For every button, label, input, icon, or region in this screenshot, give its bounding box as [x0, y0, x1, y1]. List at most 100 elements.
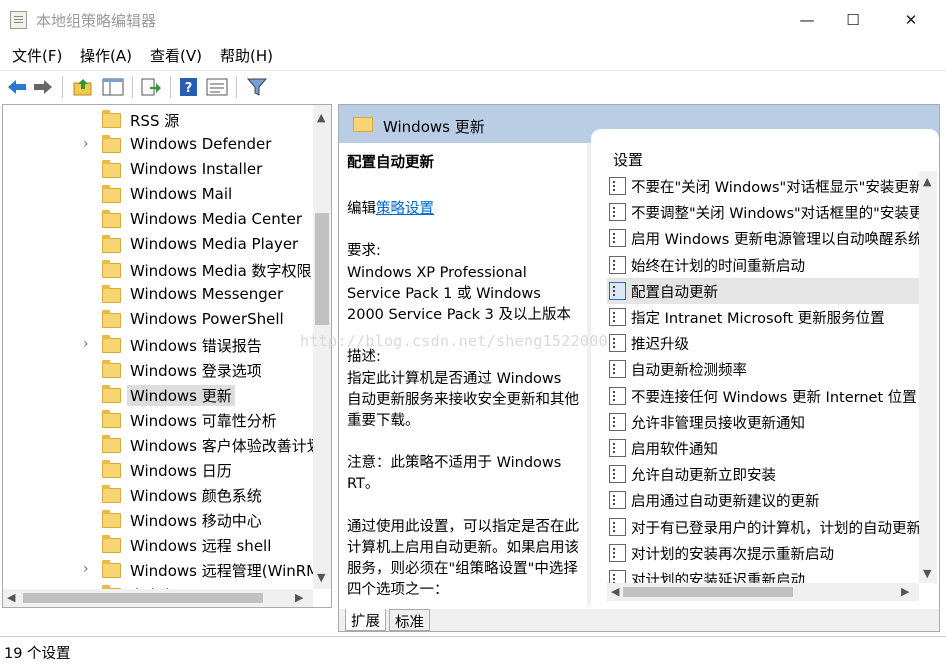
setting-row[interactable]: 指定 Intranet Microsoft 更新服务位置 [607, 304, 919, 330]
tree-hscroll-thumb[interactable] [23, 593, 263, 603]
scroll-down-icon[interactable]: ▼ [317, 571, 325, 584]
tree-item[interactable]: Windows 可靠性分析 [3, 408, 313, 433]
folder-icon [102, 285, 121, 303]
folder-icon [102, 135, 121, 153]
right-pane: Windows 更新 配置自动更新 编辑策略设置 要求: Windows XP … [338, 104, 940, 632]
tree-item[interactable]: Windows Media Center [3, 208, 313, 233]
menu-action[interactable]: 操作(A) [80, 45, 132, 66]
status-bar: 19 个设置 [0, 636, 946, 664]
menu-help[interactable]: 帮助(H) [220, 45, 273, 66]
scroll-up-icon[interactable]: ▲ [923, 175, 931, 188]
chevron-right-icon[interactable]: › [83, 136, 89, 152]
status-text: 19 个设置 [4, 646, 71, 662]
setting-row[interactable]: 允许非管理员接收更新通知 [607, 409, 919, 435]
properties-icon[interactable] [206, 77, 228, 97]
scroll-up-icon[interactable]: ▲ [317, 111, 325, 124]
setting-row[interactable]: 不要连接任何 Windows 更新 Internet 位置 [607, 383, 919, 409]
title-bar[interactable]: 本地组策略编辑器 — ☐ ✕ [0, 0, 946, 40]
help-icon[interactable]: ? [178, 77, 200, 97]
setting-row[interactable]: 对计划的安装再次提示重新启动 [607, 540, 919, 566]
setting-label: 不要调整"关闭 Windows"对话框里的"安装更新并关机" [631, 206, 919, 223]
scroll-left-icon[interactable]: ◀ [7, 591, 15, 604]
menu-view[interactable]: 查看(V) [150, 45, 202, 66]
setting-row[interactable]: 启用软件通知 [607, 435, 919, 461]
tree-item-label: Windows Defender [130, 135, 272, 153]
settings-vertical-scrollbar[interactable]: ▲ ▼ [919, 171, 937, 583]
tree-item-label: Windows 错误报告 [130, 337, 262, 355]
filter-icon[interactable] [246, 77, 268, 97]
back-icon[interactable] [6, 77, 28, 97]
setting-label: 对于有已登录用户的计算机，计划的自动更新 [631, 520, 919, 537]
tree-item-label: Windows Mail [130, 185, 233, 203]
folder-icon [102, 335, 121, 353]
tree-item[interactable]: › Windows 错误报告 [3, 333, 313, 358]
forward-icon[interactable] [32, 77, 54, 97]
setting-label: 推迟升级 [631, 337, 689, 354]
policy-setting-icon [609, 491, 626, 510]
folder-icon [102, 560, 121, 578]
tree-item[interactable]: Windows PowerShell [3, 308, 313, 333]
tree-item[interactable]: Windows Installer [3, 158, 313, 183]
setting-row[interactable]: 允许自动更新立即安装 [607, 461, 919, 487]
setting-row[interactable]: 配置自动更新 [607, 277, 919, 304]
tree-item-label: Windows 移动中心 [130, 512, 262, 530]
tree-item[interactable]: Windows 移动中心 [3, 508, 313, 533]
tree-item-label: Windows 远程 shell [130, 537, 272, 555]
tab-extended[interactable]: 扩展 [345, 609, 386, 631]
tree-item[interactable]: Windows Media Player [3, 233, 313, 258]
view-tabs: 扩展 标准 [339, 609, 939, 631]
tree-item[interactable]: Windows 客户体验改善计划 [3, 433, 313, 458]
tree-item-label: Windows Media Player [130, 235, 299, 253]
tree-item-label: Windows Media 数字权限 [130, 262, 312, 280]
setting-label: 启用软件通知 [631, 442, 718, 458]
toolbar-separator [170, 76, 171, 98]
tree-item[interactable]: Windows 登录选项 [3, 358, 313, 383]
tree-item[interactable]: Windows 日历 [3, 458, 313, 483]
tree-item[interactable]: RSS 源 [3, 108, 313, 133]
up-folder-icon[interactable] [72, 77, 94, 97]
setting-row[interactable]: 始终在计划的时间重新启动 [607, 252, 919, 278]
folder-icon [102, 485, 121, 503]
tree-item[interactable]: Windows 更新 [3, 383, 313, 408]
tree-item[interactable]: Windows 远程 shell [3, 533, 313, 558]
policy-settings-link[interactable]: 策略设置 [376, 201, 434, 217]
scroll-down-icon[interactable]: ▼ [923, 567, 931, 580]
toolbar-separator [236, 76, 237, 98]
tree-item[interactable]: › Windows Defender [3, 133, 313, 158]
tree-scroll-thumb[interactable] [315, 213, 329, 325]
watermark: http://blog.csdn.net/sheng1522000 [300, 332, 608, 350]
close-button[interactable]: ✕ [888, 0, 934, 40]
chevron-right-icon[interactable]: › [83, 561, 89, 577]
minimize-button[interactable]: — [784, 0, 830, 40]
maximize-button[interactable]: ☐ [830, 0, 876, 40]
setting-row[interactable]: 自动更新检测频率 [607, 356, 919, 382]
folder-icon [102, 385, 121, 403]
scroll-right-icon[interactable]: ▶ [295, 591, 303, 604]
folder-icon [102, 460, 121, 478]
tree-item[interactable]: Windows Media 数字权限 [3, 258, 313, 283]
tree-item[interactable]: Windows Mail [3, 183, 313, 208]
setting-row[interactable]: 推迟升级 [607, 330, 919, 356]
policy-setting-icon [609, 439, 626, 457]
policy-setting-icon [609, 334, 626, 353]
settings-hscroll-thumb[interactable] [623, 587, 793, 597]
scroll-left-icon[interactable]: ◀ [611, 585, 619, 598]
chevron-right-icon[interactable]: › [83, 336, 89, 352]
tab-standard[interactable]: 标准 [389, 609, 430, 631]
tree-item[interactable]: Windows 颜色系统 [3, 483, 313, 508]
tree-item[interactable]: › Windows 远程管理(WinRM) [3, 558, 313, 583]
setting-row[interactable]: 启用 Windows 更新电源管理以自动唤醒系统 [607, 225, 919, 251]
setting-row[interactable]: 不要调整"关闭 Windows"对话框里的"安装更新并关机" [607, 199, 919, 225]
setting-row[interactable]: 对于有已登录用户的计算机，计划的自动更新 [607, 514, 919, 540]
settings-column-header[interactable]: 设置 [613, 149, 643, 170]
tree-pane[interactable]: RSS 源 › Windows Defender Windows Installer W… [2, 104, 332, 608]
tree-item-label: Windows 可靠性分析 [130, 412, 277, 430]
setting-row[interactable]: 启用通过自动更新建议的更新 [607, 487, 919, 513]
tree-item[interactable]: Windows Messenger [3, 283, 313, 308]
policy-setting-icon [609, 281, 626, 300]
menu-file[interactable]: 文件(F) [12, 45, 62, 66]
export-list-icon[interactable] [140, 77, 162, 97]
setting-row[interactable]: 不要在"关闭 Windows"对话框显示"安装更新并关机" [607, 173, 919, 199]
show-hide-tree-icon[interactable] [102, 77, 124, 97]
scroll-right-icon[interactable]: ▶ [901, 585, 909, 598]
